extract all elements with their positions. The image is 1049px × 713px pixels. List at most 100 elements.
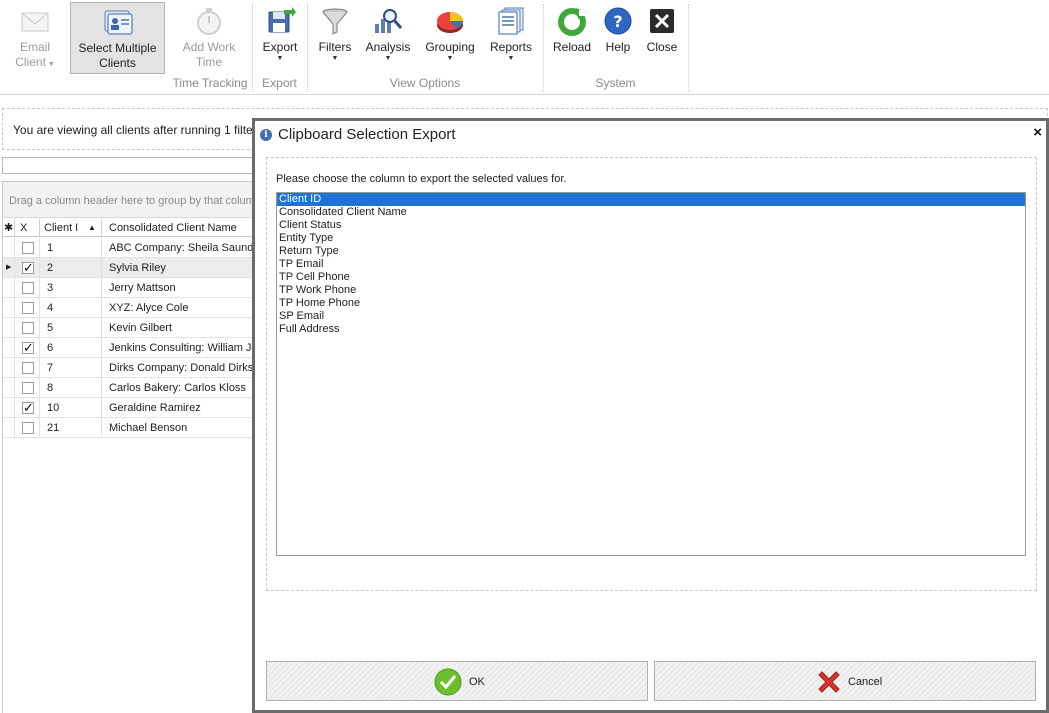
reload-button[interactable]: Reload: [550, 2, 594, 74]
client-id-cell: 8: [40, 378, 102, 398]
row-checkbox[interactable]: ✓: [22, 261, 34, 274]
clients-cards-icon: [102, 7, 134, 37]
group-separator: [688, 4, 689, 92]
save-disk-icon: [264, 6, 296, 36]
ok-label: OK: [469, 676, 485, 688]
row-checkbox-cell: [15, 278, 40, 298]
email-client-label-2: Client: [15, 55, 46, 69]
table-row[interactable]: ✓ 6Jenkins Consulting: William Jenkins: [3, 338, 256, 358]
row-checkbox[interactable]: [22, 282, 34, 294]
column-option[interactable]: Client ID: [277, 193, 1025, 206]
table-row[interactable]: ▶ ✓ 2 Sylvia Riley: [3, 258, 256, 278]
row-checkbox[interactable]: ✓: [22, 401, 34, 414]
analysis-button[interactable]: Analysis ▼: [362, 2, 414, 74]
system-group-label: System: [595, 76, 636, 90]
table-row[interactable]: 5 Kevin Gilbert: [3, 318, 256, 338]
chart-magnifier-icon: [372, 6, 404, 36]
client-name-cell: Michael Benson: [102, 418, 256, 438]
row-checkbox[interactable]: [22, 422, 34, 434]
help-button[interactable]: ? Help: [600, 2, 636, 74]
row-checkbox-cell: ✓: [15, 258, 40, 278]
row-checkbox[interactable]: [22, 382, 34, 394]
column-option[interactable]: Entity Type: [277, 232, 1025, 245]
reports-button[interactable]: Reports ▼: [488, 2, 534, 74]
column-option[interactable]: Client Status: [277, 219, 1025, 232]
table-row[interactable]: 4 XYZ: Alyce Cole: [3, 298, 256, 318]
column-option[interactable]: TP Work Phone: [277, 284, 1025, 297]
group-by-hint: Drag a column header here to group by th…: [3, 182, 256, 218]
table-row[interactable]: 3 Jerry Mattson: [3, 278, 256, 298]
add-work-time-button[interactable]: Add Work Time: [176, 2, 242, 74]
row-indicator: [3, 378, 15, 398]
row-checkbox[interactable]: ✓: [22, 341, 34, 354]
close-icon: [646, 6, 678, 36]
client-id-cell: 3: [40, 278, 102, 298]
dialog-prompt: Please choose the column to export the s…: [276, 173, 567, 185]
dropdown-arrow-icon: ▼: [384, 55, 392, 62]
cancel-button[interactable]: Cancel: [654, 661, 1036, 701]
column-option[interactable]: TP Home Phone: [277, 297, 1025, 310]
row-checkbox-cell: ✓: [15, 398, 40, 418]
row-checkbox[interactable]: [22, 362, 34, 374]
export-group-label: Export: [262, 76, 297, 90]
dialog-title-bar: i Clipboard Selection Export ×: [255, 121, 1046, 147]
reports-pages-icon: [495, 6, 527, 36]
grid-header: ✱ X Client I ▲ Consolidated Client Name: [3, 219, 256, 237]
client-name-cell: Sylvia Riley: [102, 258, 256, 278]
dialog-close-button[interactable]: ×: [1033, 124, 1042, 141]
export-button[interactable]: Export ▼: [258, 2, 302, 74]
column-option[interactable]: TP Cell Phone: [277, 271, 1025, 284]
client-id-cell: 21: [40, 418, 102, 438]
check-column-header[interactable]: X: [15, 219, 40, 237]
row-checkbox-cell: [15, 378, 40, 398]
select-multiple-label-2: Clients: [99, 56, 136, 70]
client-name-cell: Carlos Bakery: Carlos Kloss: [102, 378, 256, 398]
row-checkbox[interactable]: [22, 242, 34, 254]
column-option[interactable]: Consolidated Client Name: [277, 206, 1025, 219]
close-button[interactable]: Close: [642, 2, 682, 74]
envelope-icon: [19, 6, 51, 36]
row-indicator: [3, 338, 15, 358]
analysis-label: Analysis: [365, 40, 411, 54]
table-row[interactable]: 1 ABC Company: Sheila Saunders: [3, 238, 256, 258]
client-id-column-header[interactable]: Client I ▲: [40, 219, 102, 237]
pie-chart-icon: [434, 6, 466, 36]
export-label: Export: [262, 40, 298, 54]
row-indicator: [3, 418, 15, 438]
column-listbox[interactable]: Client ID Consolidated Client Name Client …: [276, 192, 1026, 556]
email-client-label-1: Email: [19, 40, 50, 54]
email-client-button[interactable]: Email Client ▼: [6, 2, 64, 74]
table-row[interactable]: 7 Dirks Company: Donald Dirks, Jr.: [3, 358, 256, 378]
column-option[interactable]: SP Email: [277, 310, 1025, 323]
table-row[interactable]: ✓ 10 Geraldine Ramirez: [3, 398, 256, 418]
client-name-cell: Jenkins Consulting: William Jenkins: [102, 338, 256, 358]
row-checkbox-cell: [15, 238, 40, 258]
search-input[interactable]: [2, 157, 257, 174]
dropdown-arrow-icon: ▼: [446, 55, 454, 62]
column-option[interactable]: Full Address: [277, 323, 1025, 336]
row-checkbox[interactable]: [22, 302, 34, 314]
table-row[interactable]: 8 Carlos Bakery: Carlos Kloss: [3, 378, 256, 398]
row-indicator-header[interactable]: ✱: [3, 219, 15, 237]
row-indicator: ▶: [3, 258, 15, 278]
client-id-cell: 5: [40, 318, 102, 338]
help-label: Help: [605, 40, 631, 54]
cancel-x-icon: [815, 668, 843, 699]
filters-button[interactable]: Filters ▼: [313, 2, 357, 74]
row-indicator: [3, 398, 15, 418]
dropdown-arrow-icon: ▼: [331, 55, 339, 62]
row-checkbox-cell: [15, 418, 40, 438]
row-checkbox[interactable]: [22, 322, 34, 334]
add-work-label-1: Add Work: [182, 40, 236, 54]
grouping-button[interactable]: Grouping ▼: [422, 2, 478, 74]
select-multiple-clients-button[interactable]: Select Multiple Clients: [70, 2, 165, 74]
column-option[interactable]: TP Email: [277, 258, 1025, 271]
client-name-column-header[interactable]: Consolidated Client Name: [102, 219, 256, 237]
table-row[interactable]: 21 Michael Benson: [3, 418, 256, 438]
column-option[interactable]: Return Type: [277, 245, 1025, 258]
ok-button[interactable]: OK: [266, 661, 648, 701]
reports-label: Reports: [489, 40, 533, 54]
select-multiple-label-1: Select Multiple: [78, 41, 157, 55]
info-icon: i: [260, 129, 272, 141]
row-indicator: [3, 238, 15, 258]
